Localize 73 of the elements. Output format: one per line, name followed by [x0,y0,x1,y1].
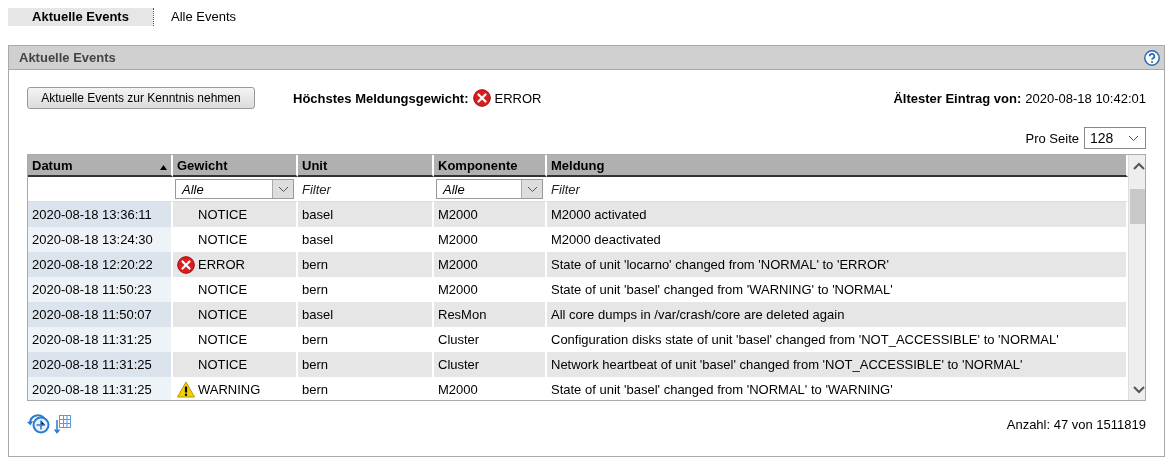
table-cell: 2020-08-18 13:24:30 [32,232,153,247]
error-icon [472,89,491,107]
scroll-thumb[interactable] [1130,189,1145,224]
oldest-entry-label: Ältester Eintrag von: [893,90,1022,106]
table-cell: bern [302,332,329,347]
table-cell: 2020-08-18 12:20:22 [32,257,153,272]
chevron-down-icon [1128,134,1139,142]
oldest-entry-value: 2020-08-18 10:42:01 [1025,90,1146,106]
table-cell: M2000 [438,207,478,222]
table-cell: Network heartbeat of unit 'basel' changed from 'NOT_ACCESSIBLE' to 'NORMAL' [551,357,1023,372]
table-cell: Configuration disks state of unit 'basel' changed from 'NOT_ACCESSIBLE' to 'NORMAL' [551,332,1059,347]
table-cell: M2000 [438,282,478,297]
scrollbar[interactable] [1128,155,1145,400]
table-cell: WARNING [198,382,261,397]
column-header[interactable]: Meldung [547,155,1128,177]
table-cell: bern [302,282,329,297]
event-count: Anzahl: 47 von 1511819 [1006,416,1146,432]
per-page-label: Pro Seite [1025,130,1079,146]
filter-field[interactable]: Filter [549,179,1124,199]
chevron-up-icon[interactable] [1133,162,1145,170]
filter-select[interactable]: Alle [436,179,543,199]
table-cell: 2020-08-18 11:50:07 [32,307,152,322]
table-cell: basel [302,307,334,322]
table-cell: 2020-08-18 11:31:25 [32,332,152,347]
table-cell: 2020-08-18 11:31:25 [32,382,152,397]
acknowledge-button[interactable]: Aktuelle Events zur Kenntnis nehmen [27,87,255,109]
table-cell: Cluster [438,357,480,372]
table-cell: 2020-08-18 13:36:11 [32,207,152,222]
table-cell: M2000 [438,232,478,247]
table-cell: NOTICE [198,207,248,222]
table-cell: NOTICE [198,282,248,297]
chevron-down-icon [526,185,538,193]
warning-icon [177,381,195,398]
table-cell: M2000 deactivated [551,232,661,247]
table-cell: bern [302,257,329,272]
table-cell: M2000 [438,382,478,397]
tab[interactable]: Aktuelle Events [8,8,153,26]
table-cell: ERROR [198,257,245,272]
column-header[interactable]: Gewicht [173,155,298,177]
severity-value: ERROR [494,90,542,106]
table-cell: State of unit 'locarno' changed from 'NORMAL' to 'ERROR' [551,257,889,272]
table-cell: 2020-08-18 11:31:25 [32,357,152,372]
table-cell: M2000 [438,257,478,272]
filter-select[interactable]: Alle [175,179,294,199]
table-cell: NOTICE [198,357,248,372]
chevron-down-icon [277,185,289,193]
chevron-down-icon[interactable] [1133,386,1145,394]
column-header[interactable]: Datum [28,155,173,177]
table-cell: State of unit 'basel' changed from 'WARNING' to 'NORMAL' [551,282,893,297]
table-cell: NOTICE [198,332,248,347]
column-header[interactable]: Unit [298,155,434,177]
table-cell: NOTICE [198,232,248,247]
panel-title: Aktuelle Events [19,50,116,65]
tab[interactable]: Alle Events [154,8,254,26]
table-cell: bern [302,357,329,372]
table-cell: ResMon [438,307,487,322]
table-cell: basel [302,232,334,247]
table-export-icon[interactable] [54,414,72,434]
table-cell: basel [302,207,334,222]
help-icon[interactable] [1144,49,1160,66]
severity-label: Höchstes Meldungsgewicht: [293,90,469,106]
table-cell: Cluster [438,332,480,347]
table-cell: State of unit 'basel' changed from 'NORMAL' to 'WARNING' [551,382,893,397]
table-cell: bern [302,382,329,397]
per-page-select[interactable]: 128 [1084,127,1146,149]
error-icon [177,255,195,274]
filter-field[interactable]: Filter [300,179,430,199]
table-cell: 2020-08-18 11:50:23 [32,282,152,297]
history-clock-icon[interactable] [27,414,51,434]
table-cell: NOTICE [198,307,248,322]
table-cell: All core dumps in /var/crash/core are deleted again [551,307,845,322]
table-cell: M2000 activated [551,207,647,222]
column-header[interactable]: Komponente [434,155,547,177]
